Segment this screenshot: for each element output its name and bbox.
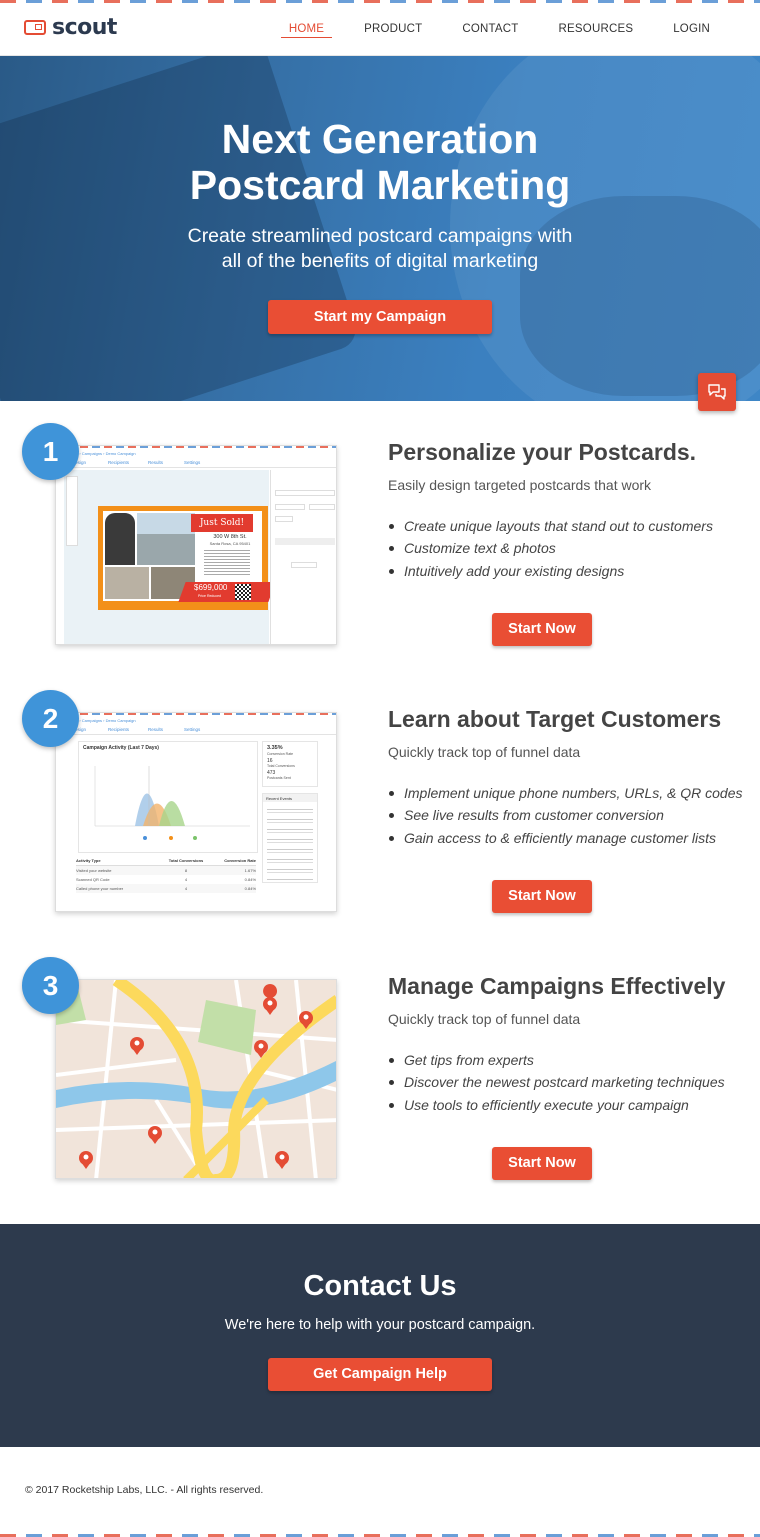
feature-3-list: Get tips from experts Discover the newes… [388, 1049, 725, 1116]
recent-events-panel: Recent Events [262, 793, 318, 883]
list-item: Discover the newest postcard marketing t… [388, 1071, 725, 1093]
stat-conversion-rate: 3.35% [267, 745, 283, 751]
activity-chart-title: Campaign Activity (Last 7 Days) [83, 745, 159, 751]
hero-subtitle-line2: all of the benefits of digital marketing [221, 250, 539, 272]
feature-2-title: Learn about Target Customers [388, 706, 722, 732]
postcard-logo-icon [24, 20, 46, 35]
feature-target-customers: ard Studio › Campaigns › Demo Campaign D… [0, 668, 760, 913]
table-header: Total Conversions [168, 858, 204, 863]
shot-tab-recipients: Recipients [108, 727, 130, 732]
feature-1-list: Create unique layouts that stand out to … [388, 515, 713, 582]
qr-code-icon [235, 584, 251, 600]
shot-tab-results: Results [148, 727, 164, 732]
feature-1-start-button[interactable]: Start Now [492, 613, 592, 646]
map-pin-icon [263, 997, 277, 1015]
table-row: Scanned QR Code 4 0.84% [76, 877, 256, 882]
conversion-table: Activity Type Total Conversions Conversi… [76, 858, 256, 902]
hero-title: Next Generation Postcard Marketing [0, 116, 760, 208]
shot-tab-settings: Settings [184, 727, 201, 732]
footer: © 2017 Rocketship Labs, LLC. - All right… [0, 1447, 760, 1534]
step-1-badge: 1 [22, 423, 79, 480]
nav-login[interactable]: LOGIN [653, 3, 730, 55]
postcard-address: 300 W 8th St. [213, 534, 247, 540]
postcard-price-note: Price Reduced [198, 594, 221, 598]
just-sold-badge: Just Sold! [191, 514, 253, 532]
postcard-editor-screenshot: ard Studio › Campaigns › Demo Campaign D… [55, 445, 337, 645]
list-item: Implement unique phone numbers, URLs, & … [388, 782, 743, 804]
hero-subtitle: Create streamlined postcard campaigns wi… [0, 224, 760, 274]
feature-1-subtitle: Easily design targeted postcards that wo… [388, 477, 652, 493]
editor-properties-panel [270, 470, 336, 644]
brand-name: scout [52, 15, 117, 40]
editor-toolbar [66, 476, 78, 546]
stat-conversion-rate-label: Conversion Rate [267, 752, 294, 756]
feature-3-subtitle: Quickly track top of funnel data [388, 1011, 581, 1027]
stat-total-conversions-label: Total Conversions [267, 764, 295, 768]
nav-resources[interactable]: RESOURCES [539, 3, 654, 55]
campaign-analytics-screenshot: ard Studio › Campaigns › Demo Campaign D… [55, 712, 337, 912]
feature-3-title: Manage Campaigns Effectively [388, 973, 726, 999]
postcard-city: Santa Rosa, CA 95401 [209, 541, 251, 546]
shot-breadcrumb: ard Studio › Campaigns › Demo Campaign [60, 451, 136, 456]
list-item: Use tools to efficiently execute your ca… [388, 1094, 725, 1116]
shot-tab-recipients: Recipients [108, 460, 130, 465]
nav-product[interactable]: PRODUCT [344, 3, 442, 55]
stats-panel: 3.35% Conversion Rate 16 Total Conversio… [262, 741, 318, 787]
copyright-text: © 2017 Rocketship Labs, LLC. - All right… [25, 1484, 264, 1496]
shot-tab-results: Results [148, 460, 164, 465]
postcard-price: $699,000 [194, 583, 228, 592]
table-row: Visited your website 8 1.67% [76, 866, 256, 875]
postcard-preview: Just Sold! 300 W 8th St. Santa Rosa, CA … [98, 506, 276, 610]
list-item: Gain access to & efficiently manage cust… [388, 827, 743, 849]
activity-chart-panel: Campaign Activity (Last 7 Days) [78, 741, 258, 853]
list-item: See live results from customer conversio… [388, 804, 743, 826]
activity-area-chart [94, 766, 250, 840]
hero-banner: Next Generation Postcard Marketing Creat… [0, 56, 760, 401]
step-3-badge: 3 [22, 957, 79, 1014]
feature-3-start-button[interactable]: Start Now [492, 1147, 592, 1180]
shot-tab-settings: Settings [184, 460, 201, 465]
table-header: Activity Type [76, 858, 101, 863]
nav-links: HOME PRODUCT CONTACT RESOURCES LOGIN [269, 3, 730, 55]
contact-section: Contact Us We're here to help with your … [0, 1224, 760, 1447]
hero-title-line1: Next Generation [221, 116, 539, 162]
feature-2-list: Implement unique phone numbers, URLs, & … [388, 782, 743, 849]
logo[interactable]: scout [24, 15, 117, 40]
step-2-badge: 2 [22, 690, 79, 747]
contact-subtitle: We're here to help with your postcard ca… [224, 1317, 536, 1333]
table-header: Conversion Rate [224, 858, 256, 863]
list-item: Get tips from experts [388, 1049, 725, 1071]
list-item: Customize text & photos [388, 537, 713, 559]
location-pins [79, 997, 313, 1169]
list-item: Intuitively add your existing designs [388, 560, 713, 582]
shot-breadcrumb: ard Studio › Campaigns › Demo Campaign [60, 718, 136, 723]
feature-2-start-button[interactable]: Start Now [492, 880, 592, 913]
recent-events-title: Recent Events [263, 794, 317, 802]
start-campaign-button[interactable]: Start my Campaign [268, 300, 492, 334]
table-row: Called phone your number 4 0.84% [76, 884, 256, 893]
feature-1-title: Personalize your Postcards. [388, 439, 697, 465]
feature-personalize: ard Studio › Campaigns › Demo Campaign D… [0, 401, 760, 646]
nav-home[interactable]: HOME [269, 3, 344, 55]
stat-postcards-sent-label: Postcards Sent [267, 776, 291, 780]
top-nav: scout HOME PRODUCT CONTACT RESOURCES LOG… [0, 3, 760, 56]
contact-title: Contact Us [303, 1270, 457, 1302]
get-campaign-help-button[interactable]: Get Campaign Help [268, 1358, 492, 1391]
list-item: Create unique layouts that stand out to … [388, 515, 713, 537]
nav-contact[interactable]: CONTACT [442, 3, 538, 55]
feature-2-subtitle: Quickly track top of funnel data [388, 744, 581, 760]
feature-manage-campaigns: 3 Manage Campaigns Effectively Quickly t… [0, 935, 760, 1180]
hero-subtitle-line1: Create streamlined postcard campaigns wi… [187, 225, 573, 247]
hero-title-line2: Postcard Marketing [189, 162, 571, 208]
campaign-map-illustration [55, 979, 337, 1179]
chat-bubbles-icon [708, 384, 726, 400]
